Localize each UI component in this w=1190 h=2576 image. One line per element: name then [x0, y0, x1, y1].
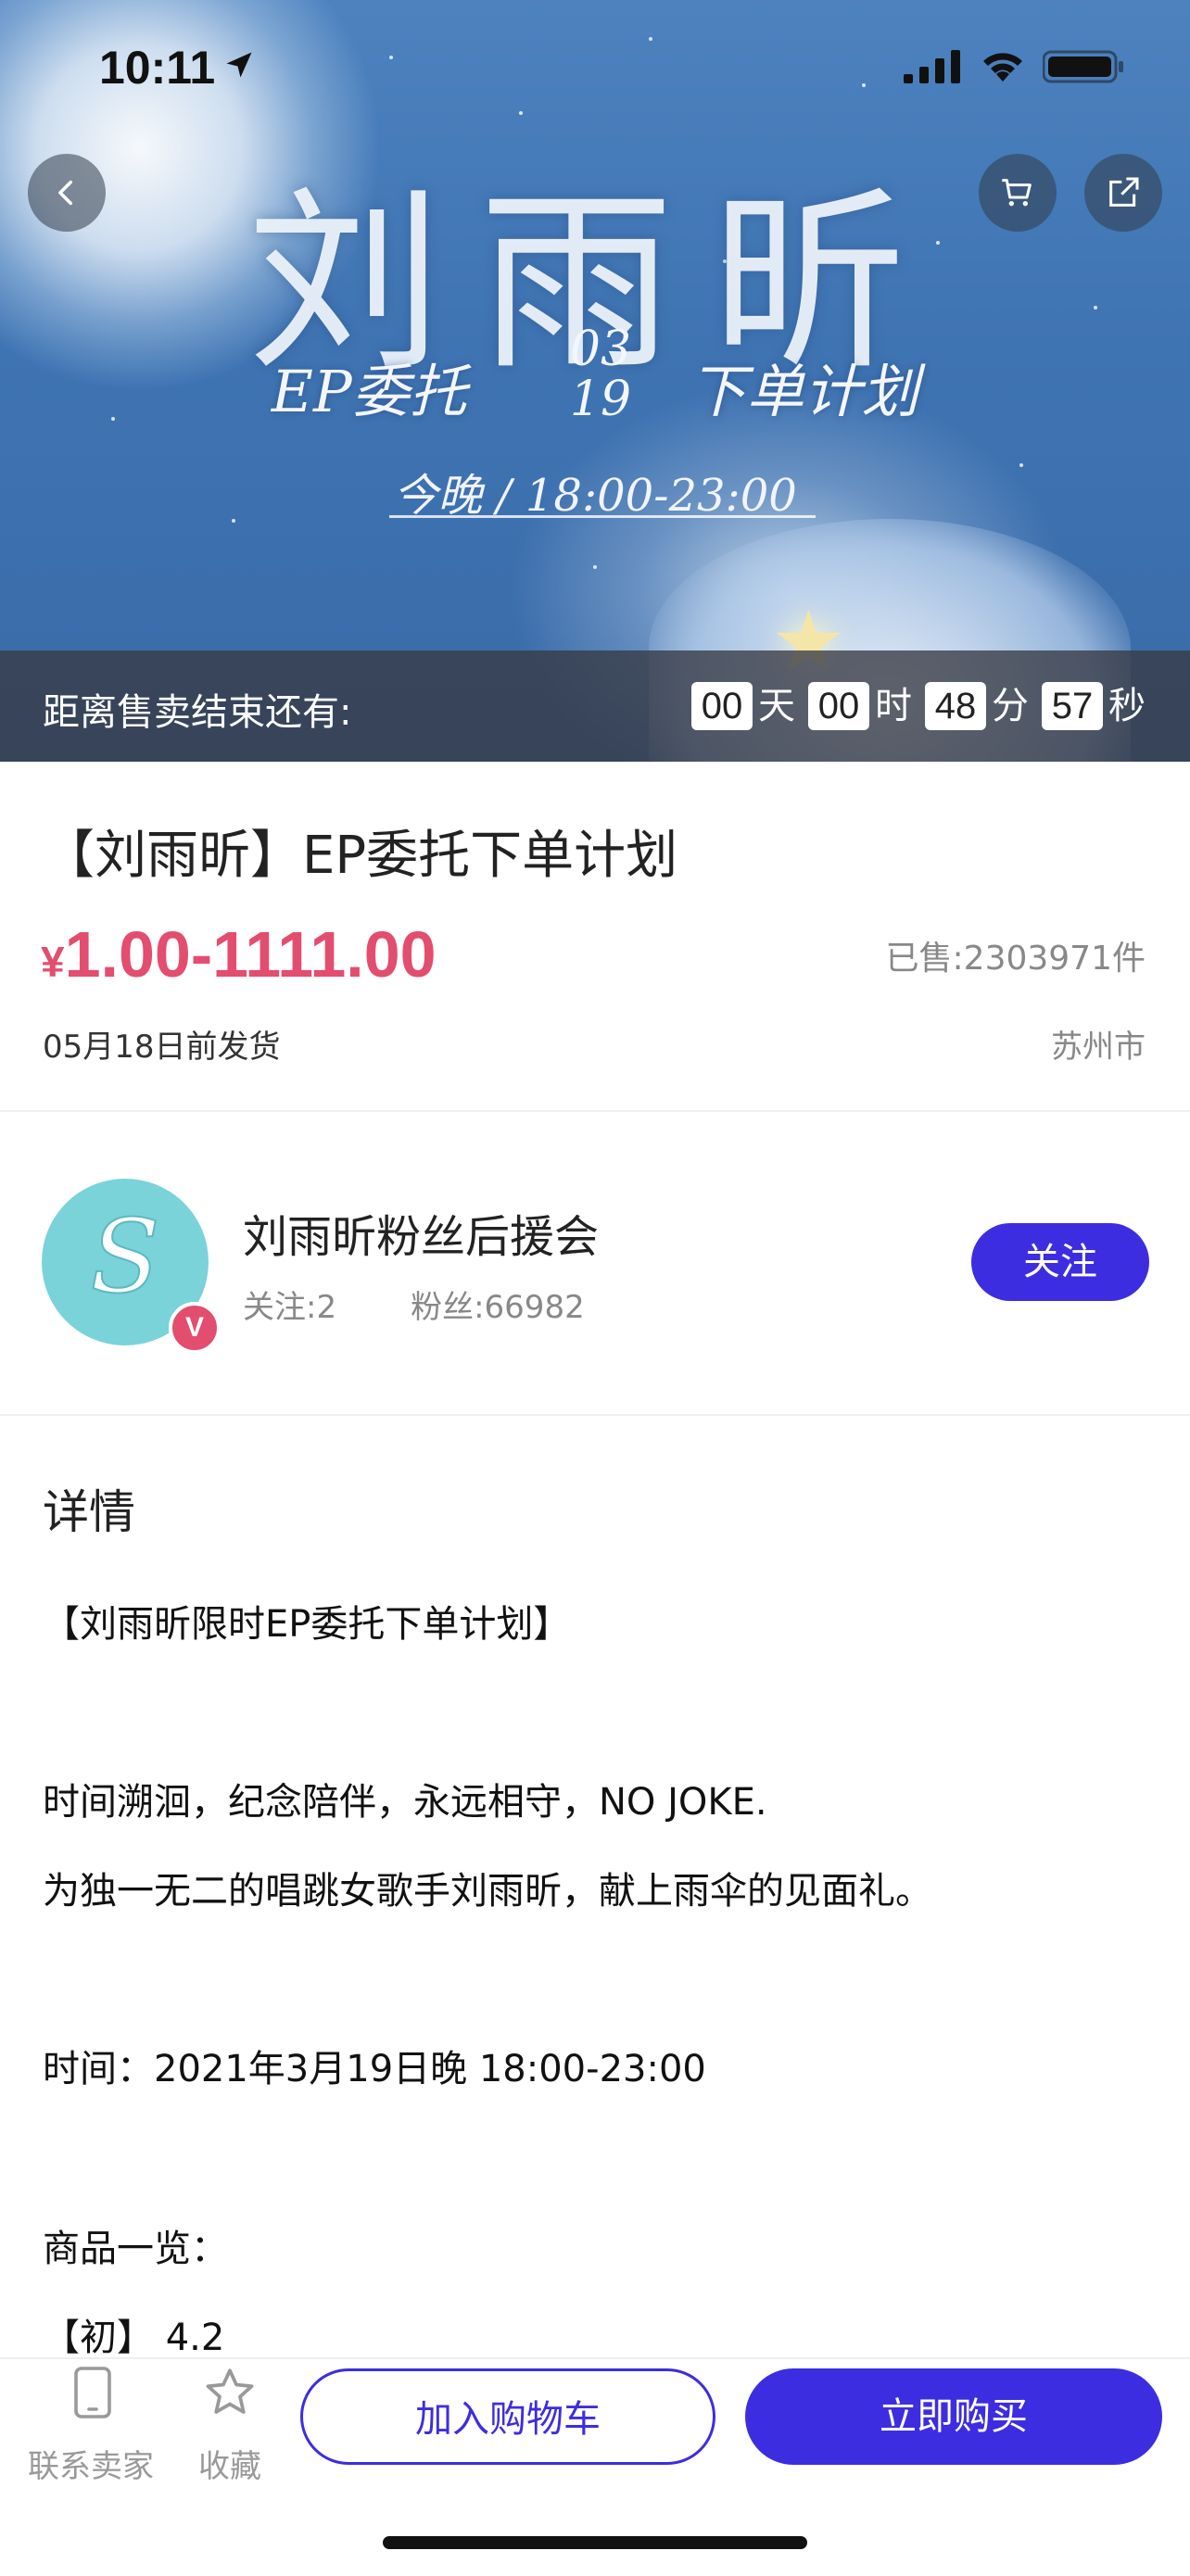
svg-text:S: S	[90, 1206, 159, 1316]
banner-subtitle-left: EP委托	[271, 358, 467, 425]
countdown-label: 距离售卖结束还有:	[43, 691, 352, 734]
home-indicator[interactable]	[383, 2536, 807, 2549]
countdown-days-unit: 天	[758, 685, 795, 727]
seller-fans: 粉丝:66982	[411, 1289, 585, 1326]
back-button[interactable]	[28, 154, 106, 232]
product-banner: 刘雨昕 EP委托 下单计划 03 19 今晚 / 18:00-23:00 ★ 1…	[0, 0, 1190, 762]
ship-date: 05月18日前发货	[43, 1029, 281, 1066]
banner-subtitle-right: 下单计划	[689, 358, 919, 425]
shopping-cart-icon	[1002, 179, 1032, 207]
favorite-label: 收藏	[198, 2448, 261, 2485]
contact-seller-button[interactable]: 联系卖家	[19, 2361, 163, 2485]
countdown-hours-unit: 时	[875, 685, 912, 727]
detail-line: 为独一无二的唱跳女歌手刘雨昕，献上雨伞的见面礼。	[43, 1870, 932, 1913]
favorite-button[interactable]: 收藏	[185, 2361, 278, 2485]
seller-logo-icon: S	[89, 1206, 160, 1317]
banner-date: 03 19	[545, 324, 656, 424]
seller-name[interactable]: 刘雨昕粉丝后援会	[243, 1200, 599, 1265]
banner-time: 今晚 / 18:00-23:00	[393, 470, 797, 522]
phone-icon	[74, 2367, 111, 2418]
seller-stats: 关注:2 粉丝:66982	[243, 1282, 585, 1327]
price-currency: ¥	[41, 938, 65, 986]
banner-time-underline	[389, 515, 816, 518]
product-title: 【刘雨昕】EP委托下单计划	[43, 826, 678, 886]
sale-countdown: 距离售卖结束还有: 00 天 00 时 48 分 57 秒	[0, 650, 1190, 762]
details-heading: 详情	[43, 1485, 135, 1539]
countdown-days: 00	[691, 682, 753, 730]
battery-icon	[1043, 50, 1123, 83]
divider	[0, 1110, 1190, 1112]
detail-line: 时间：2021年3月19日晚 18:00-23:00	[43, 2048, 706, 2090]
cellular-signal-icon	[904, 50, 960, 83]
countdown-minutes: 48	[925, 682, 986, 730]
banner-date-month: 03	[569, 322, 632, 377]
countdown-hours: 00	[808, 682, 869, 730]
detail-line: 商品一览：	[43, 2228, 228, 2270]
divider	[0, 1414, 1190, 1416]
wifi-icon	[983, 53, 1022, 82]
countdown-minutes-unit: 分	[992, 685, 1029, 727]
detail-line: 时间溯洄，纪念陪伴，永远相守，NO JOKE.	[43, 1781, 767, 1824]
buy-now-button[interactable]: 立即购买	[745, 2368, 1162, 2465]
location-arrow-icon	[226, 52, 252, 78]
cart-button[interactable]	[979, 154, 1057, 232]
banner-date-day: 19	[569, 372, 632, 427]
star-outline-icon	[206, 2368, 254, 2414]
chevron-left-icon	[58, 180, 73, 206]
seller-following: 关注:2	[243, 1289, 337, 1326]
sold-count: 已售:2303971件	[885, 940, 1146, 978]
follow-button[interactable]: 关注	[971, 1223, 1149, 1301]
detail-line: 【刘雨昕限时EP委托下单计划】	[43, 1603, 571, 1646]
verified-badge: V	[169, 1302, 221, 1354]
detail-line: 【初】 4.2	[43, 2317, 225, 2359]
price-range: 1.00-1111.00	[64, 918, 437, 991]
share-button[interactable]	[1084, 154, 1162, 232]
add-to-cart-button[interactable]: 加入购物车	[300, 2368, 715, 2465]
status-time: 10:11	[99, 42, 216, 94]
share-icon	[1109, 177, 1139, 207]
contact-seller-label: 联系卖家	[28, 2448, 154, 2485]
product-price: ¥1.00-1111.00	[41, 917, 437, 991]
countdown-seconds-unit: 秒	[1108, 685, 1146, 727]
ship-city: 苏州市	[1051, 1029, 1146, 1066]
countdown-seconds: 57	[1042, 682, 1103, 730]
